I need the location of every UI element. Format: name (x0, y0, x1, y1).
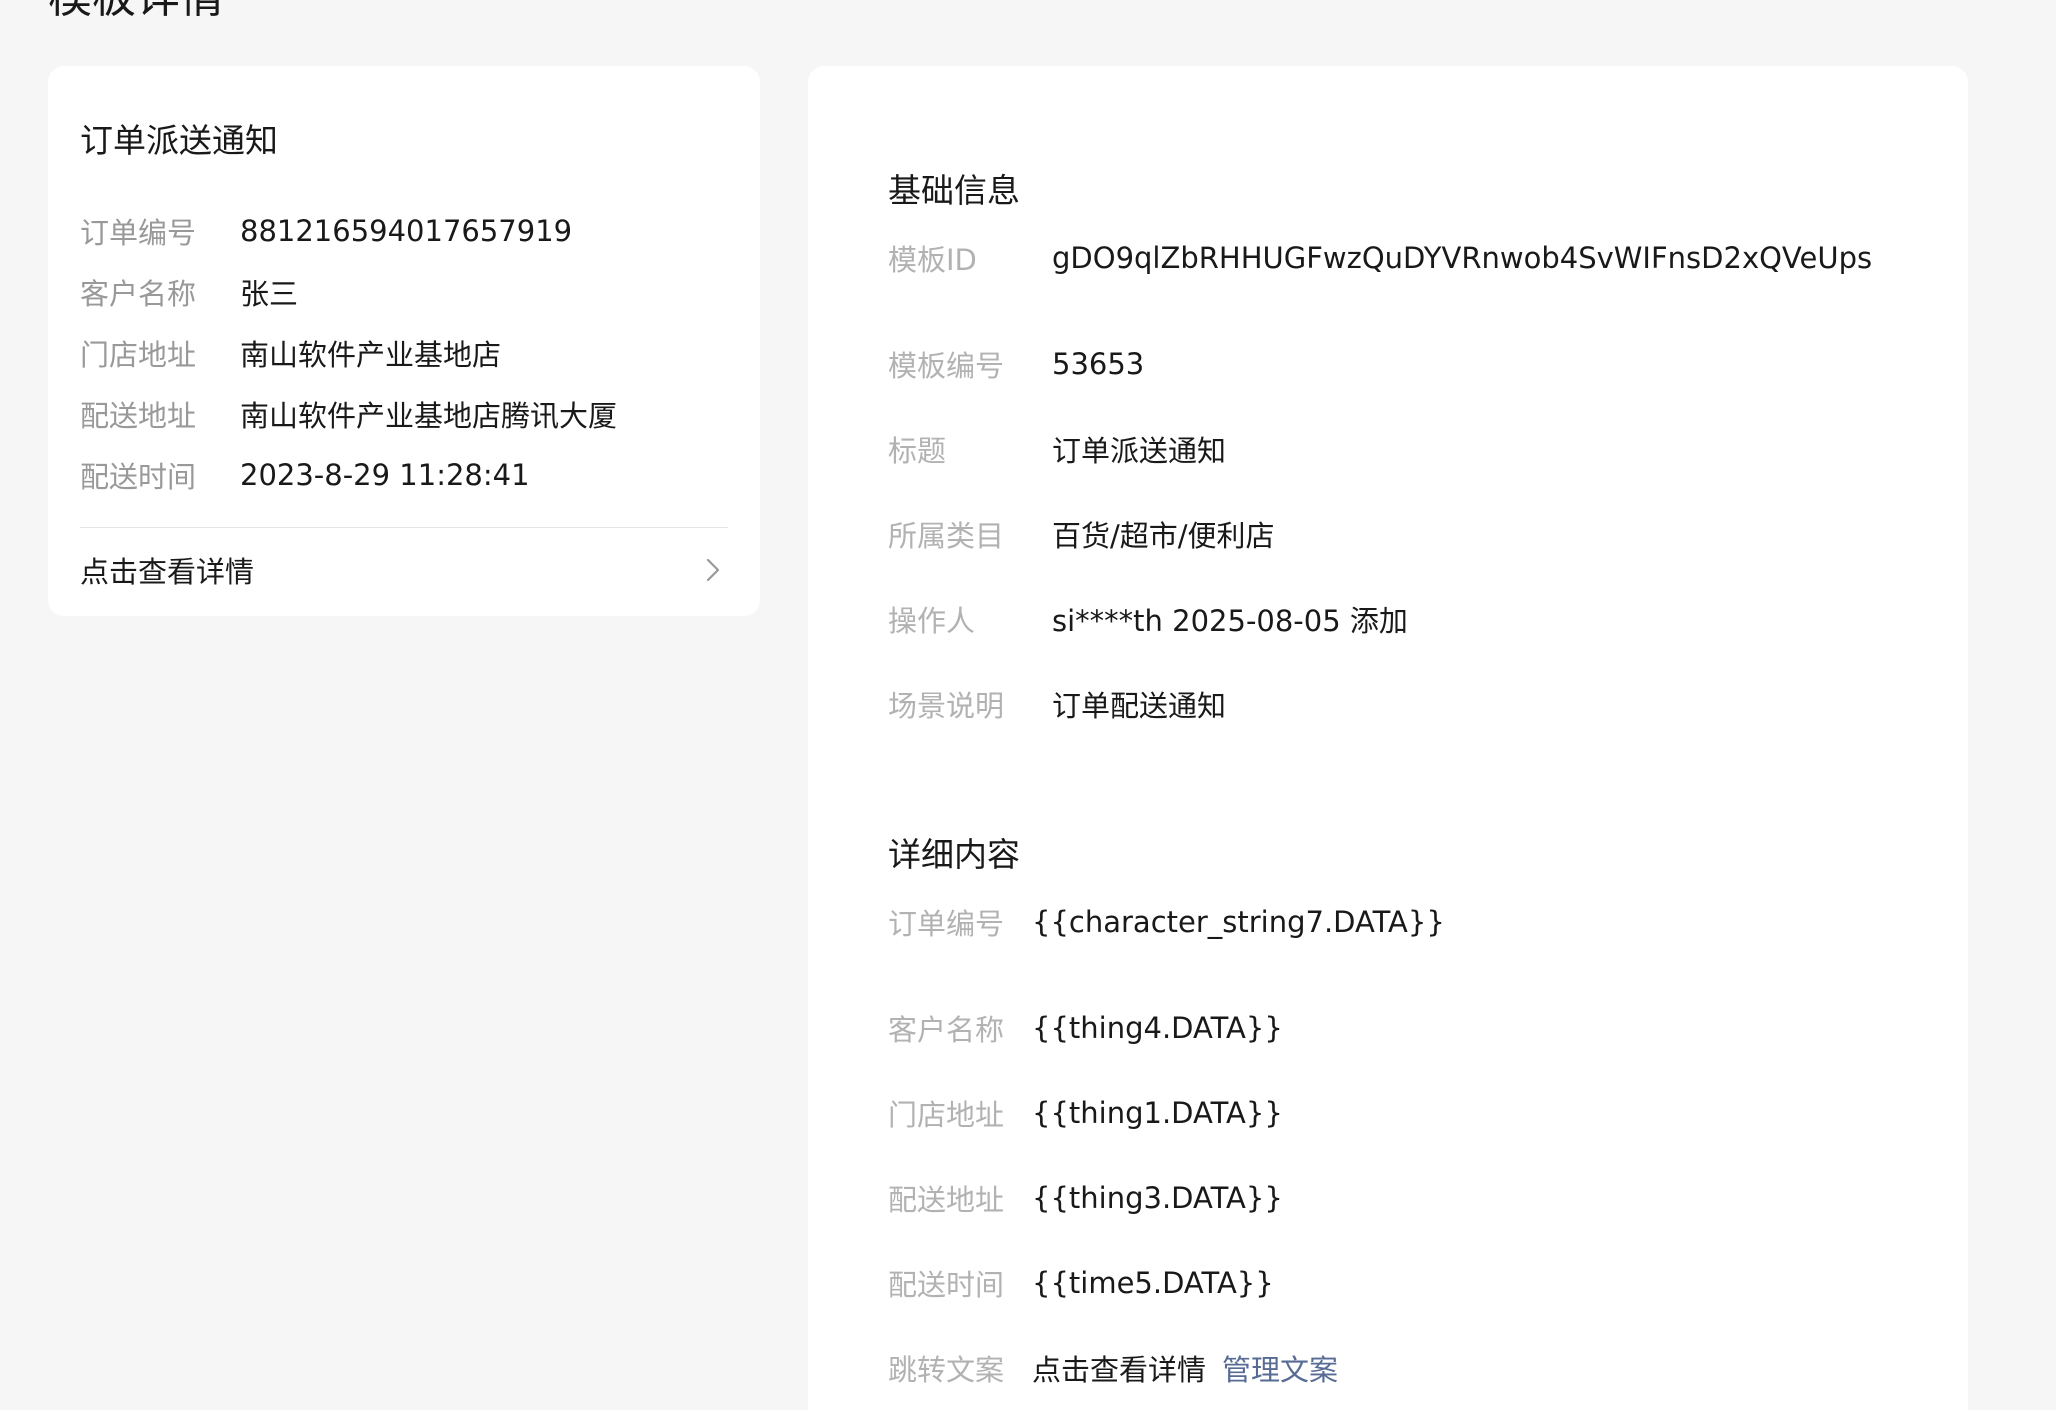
info-value: 订单派送通知 (1052, 433, 1227, 468)
info-row-operator: 操作人 si****th 2025-08-05 添加 (888, 576, 1928, 661)
info-row-category: 所属类目 百货/超市/便利店 (888, 491, 1928, 576)
preview-row-delivery-address: 配送地址 南山软件产业基地店腾讯大厦 (80, 383, 728, 444)
preview-label: 配送地址 (80, 398, 197, 433)
info-label: 模板ID (888, 243, 977, 277)
info-label: 模板编号 (888, 348, 1005, 383)
message-preview-card: 订单派送通知 订单编号 881216594017657919 客户名称 张三 门… (48, 66, 760, 616)
preview-row-delivery-time: 配送时间 2023-8-29 11:28:41 (80, 444, 728, 505)
info-value: 百货/超市/便利店 (1052, 518, 1275, 553)
preview-label: 订单编号 (80, 215, 197, 250)
info-value: 订单配送通知 (1052, 688, 1227, 723)
info-value: 53653 (1052, 346, 1145, 381)
detail-value: {{thing4.DATA}} (1032, 1010, 1283, 1045)
basic-info-title: 基础信息 (888, 171, 1020, 210)
detail-label: 订单编号 (888, 907, 1005, 941)
detail-value: {{time5.DATA}} (1032, 1265, 1274, 1300)
basic-info-list: 模板ID gDO9qlZbRHHUGFwzQuDYVRnwob4SvWIFnsD… (888, 236, 1928, 746)
preview-value: 南山软件产业基地店 (240, 337, 502, 372)
view-details-label: 点击查看详情 (80, 555, 255, 589)
detail-row-delivery-time: 配送时间 {{time5.DATA}} (888, 1240, 1928, 1325)
preview-title: 订单派送通知 (80, 121, 278, 160)
info-row-scenario: 场景说明 订单配送通知 (888, 661, 1928, 746)
info-label: 场景说明 (888, 688, 1005, 723)
info-value: gDO9qlZbRHHUGFwzQuDYVRnwob4SvWIFnsD2xQVe… (1052, 241, 1873, 275)
info-row-template-number: 模板编号 53653 (888, 321, 1928, 406)
preview-field-list: 订单编号 881216594017657919 客户名称 张三 门店地址 南山软… (80, 200, 728, 505)
info-label: 操作人 (888, 603, 976, 638)
preview-label: 配送时间 (80, 459, 197, 494)
preview-row-store-address: 门店地址 南山软件产业基地店 (80, 322, 728, 383)
chevron-right-icon (698, 555, 728, 585)
detail-value: 点击查看详情 (1032, 1352, 1207, 1387)
info-value: si****th 2025-08-05 添加 (1052, 603, 1408, 638)
preview-label: 门店地址 (80, 337, 197, 372)
detail-row-order-number: 订单编号 {{character_string7.DATA}} (888, 900, 1928, 944)
detail-row-jump-text: 跳转文案 点击查看详情 管理文案 (888, 1325, 1928, 1410)
preview-value: 881216594017657919 (240, 213, 573, 248)
preview-value: 2023-8-29 11:28:41 (240, 457, 530, 492)
view-details-link[interactable]: 点击查看详情 (80, 530, 728, 610)
detail-row-customer-name: 客户名称 {{thing4.DATA}} (888, 985, 1928, 1070)
preview-value: 张三 (240, 276, 299, 311)
detail-label: 门店地址 (888, 1097, 1005, 1132)
preview-value: 南山软件产业基地店腾讯大厦 (240, 398, 618, 433)
detail-row-store-address: 门店地址 {{thing1.DATA}} (888, 1070, 1928, 1155)
manage-copy-link[interactable]: 管理文案 (1222, 1347, 1338, 1389)
preview-row-customer-name: 客户名称 张三 (80, 261, 728, 322)
detail-label: 配送时间 (888, 1267, 1005, 1302)
info-label: 所属类目 (888, 518, 1005, 553)
preview-label: 客户名称 (80, 276, 197, 311)
detail-content-list: 订单编号 {{character_string7.DATA}} 客户名称 {{t… (888, 900, 1928, 1410)
page-title: 模板详情 (48, 0, 224, 24)
info-row-title: 标题 订单派送通知 (888, 406, 1928, 491)
info-row-template-id: 模板ID gDO9qlZbRHHUGFwzQuDYVRnwob4SvWIFnsD… (888, 236, 1928, 280)
preview-row-order-number: 订单编号 881216594017657919 (80, 200, 728, 261)
detail-value: {{character_string7.DATA}} (1032, 905, 1445, 939)
detail-value: {{thing3.DATA}} (1032, 1180, 1283, 1215)
detail-value: {{thing1.DATA}} (1032, 1095, 1283, 1130)
detail-row-delivery-address: 配送地址 {{thing3.DATA}} (888, 1155, 1928, 1240)
preview-divider (80, 527, 728, 528)
detail-label: 跳转文案 (888, 1352, 1005, 1387)
info-label: 标题 (888, 433, 947, 468)
template-detail-page: 模板详情 订单派送通知 订单编号 881216594017657919 客户名称… (0, 0, 2056, 1410)
detail-label: 配送地址 (888, 1182, 1005, 1217)
template-info-card: 基础信息 模板ID gDO9qlZbRHHUGFwzQuDYVRnwob4SvW… (808, 66, 1968, 1410)
detail-label: 客户名称 (888, 1012, 1005, 1047)
detail-content-title: 详细内容 (888, 835, 1020, 874)
